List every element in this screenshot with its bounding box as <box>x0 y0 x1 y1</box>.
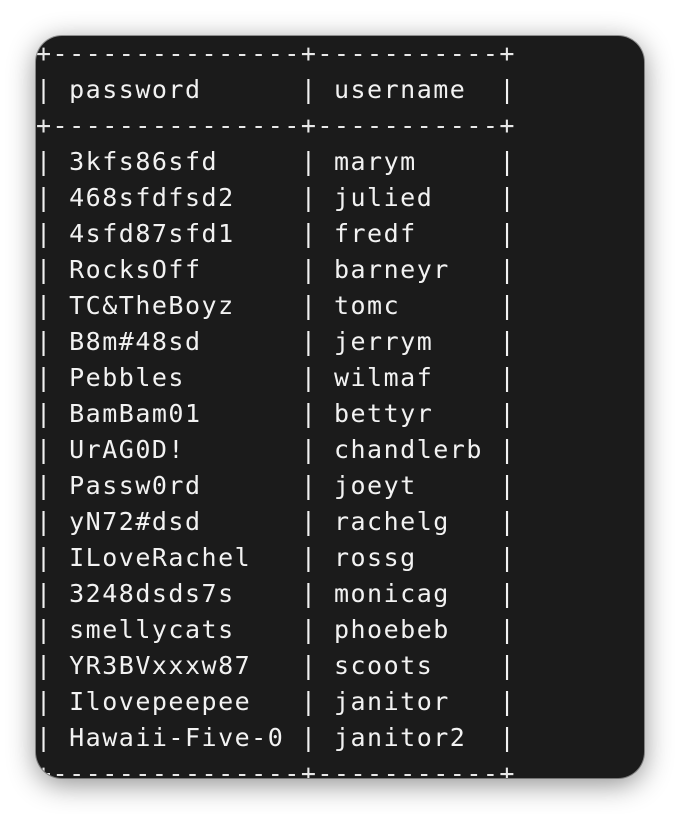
cell-username: joeyt <box>333 471 417 500</box>
cell-username: chandlerb <box>333 435 483 464</box>
table-row: | 3kfs86sfd | marym | <box>36 147 517 176</box>
cell-password: Hawaii-Five-0 <box>69 723 285 752</box>
query-result-table: +---------------+-----------+ | password … <box>36 36 516 778</box>
table-row: | Hawaii-Five-0 | janitor2 | <box>36 723 517 752</box>
cell-username: wilmaf <box>333 363 434 392</box>
cell-username: tomc <box>333 291 401 320</box>
table-row: | UrAG0D! | chandlerb | <box>36 435 517 464</box>
table-row: | TC&TheBoyz | tomc | <box>36 291 517 320</box>
cell-username: julied <box>333 183 434 212</box>
cell-password: 4sfd87sfd1 <box>69 219 235 248</box>
cell-password: Ilovepeepee <box>69 687 252 716</box>
table-row: | RocksOff | barneyr | <box>36 255 517 284</box>
cell-username: phoebeb <box>333 615 450 644</box>
table-row: | Pebbles | wilmaf | <box>36 363 517 392</box>
table-row: | YR3BVxxxw87 | scoots | <box>36 651 517 680</box>
cell-username: marym <box>333 147 417 176</box>
cell-password: UrAG0D! <box>69 435 185 464</box>
cell-password: TC&TheBoyz <box>69 291 235 320</box>
cell-password: Pebbles <box>69 363 185 392</box>
table-border-bottom: +---------------+-----------+ <box>36 759 516 778</box>
table-row: | yN72#dsd | rachelg | <box>36 507 517 536</box>
cell-username: janitor <box>333 687 450 716</box>
cell-password: ILoveRachel <box>69 543 252 572</box>
cell-password: smellycats <box>69 615 235 644</box>
table-row: | smellycats | phoebeb | <box>36 615 517 644</box>
cell-password: yN72#dsd <box>69 507 202 536</box>
cell-username: barneyr <box>333 255 450 284</box>
table-border-top: +---------------+-----------+ <box>36 39 516 68</box>
cell-username: rachelg <box>333 507 450 536</box>
cell-password: RocksOff <box>69 255 202 284</box>
cell-username: jerrym <box>333 327 434 356</box>
table-border-header: +---------------+-----------+ <box>36 111 516 140</box>
cell-username: monicag <box>333 579 450 608</box>
cell-password: 3kfs86sfd <box>69 147 219 176</box>
table-row: | BamBam01 | bettyr | <box>36 399 517 428</box>
column-header-username: username <box>333 75 467 104</box>
cell-password: BamBam01 <box>69 399 202 428</box>
cell-username: scoots <box>333 651 434 680</box>
cell-password: YR3BVxxxw87 <box>69 651 252 680</box>
cell-username: bettyr <box>333 399 434 428</box>
cell-password: 3248dsds7s <box>69 579 235 608</box>
table-row: | ILoveRachel | rossg | <box>36 543 517 572</box>
column-header-password: password <box>69 75 202 104</box>
table-row: | 3248dsds7s | monicag | <box>36 579 517 608</box>
cell-username: janitor2 <box>333 723 467 752</box>
cell-password: 468sfdfsd2 <box>69 183 235 212</box>
table-row: | Ilovepeepee | janitor | <box>36 687 517 716</box>
cell-password: Passw0rd <box>69 471 202 500</box>
cell-username: fredf <box>333 219 417 248</box>
table-row: | B8m#48sd | jerrym | <box>36 327 517 356</box>
cell-password: B8m#48sd <box>69 327 202 356</box>
cell-username: rossg <box>333 543 417 572</box>
table-row: | Passw0rd | joeyt | <box>36 471 517 500</box>
table-header-row: | password | username | <box>36 75 517 104</box>
terminal-window: +---------------+-----------+ | password … <box>36 36 644 778</box>
table-row: | 468sfdfsd2 | julied | <box>36 183 517 212</box>
table-row: | 4sfd87sfd1 | fredf | <box>36 219 517 248</box>
